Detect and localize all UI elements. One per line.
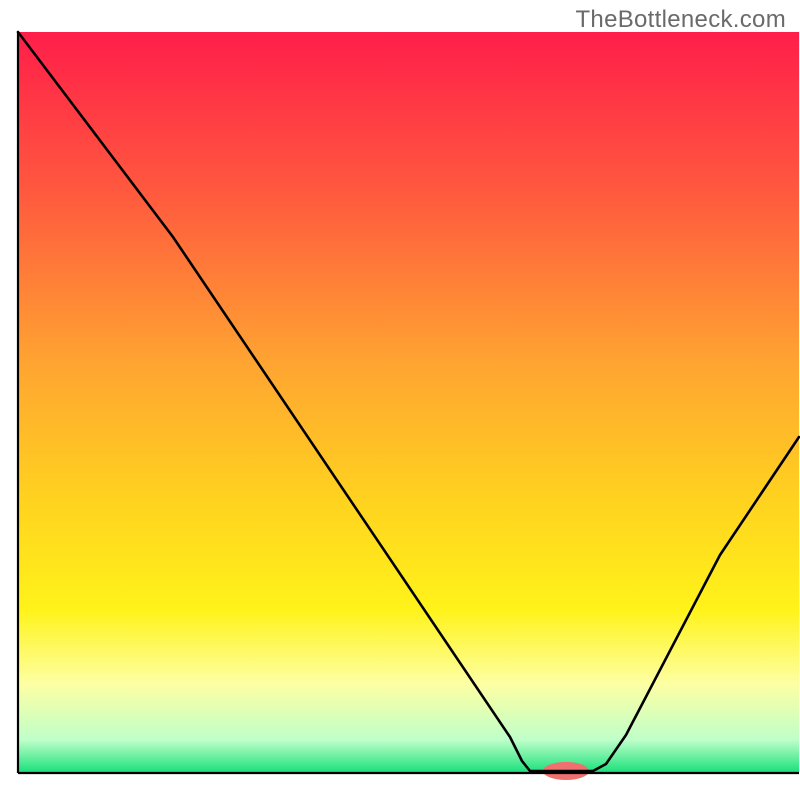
bottleneck-curve-chart xyxy=(0,0,800,800)
chart-container: TheBottleneck.com xyxy=(0,0,800,800)
gradient-background xyxy=(18,32,799,773)
watermark-text: TheBottleneck.com xyxy=(575,6,786,34)
